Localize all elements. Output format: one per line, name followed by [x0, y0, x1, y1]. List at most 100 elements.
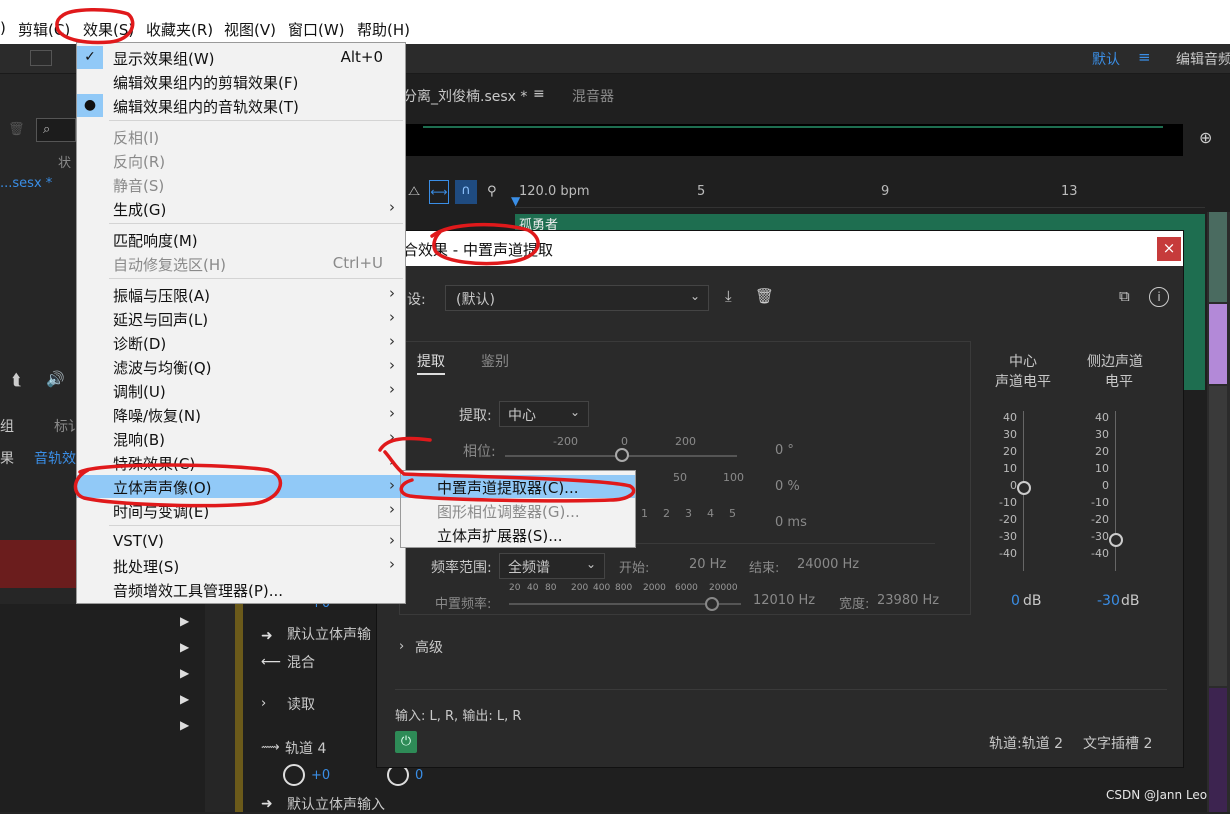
- chevron-right-icon: ›: [389, 404, 395, 422]
- rack-arrow-icon[interactable]: ▶: [180, 718, 189, 732]
- time-select-icon[interactable]: ⟷: [429, 180, 449, 204]
- tab-group[interactable]: 组: [0, 416, 14, 436]
- menu-item-special[interactable]: 特殊效果(C) ›: [77, 451, 405, 474]
- menu-item-vst[interactable]: VST(V) ›: [77, 530, 405, 553]
- center-level-unit: dB: [1023, 593, 1042, 609]
- power-icon[interactable]: ⏻: [395, 731, 417, 753]
- search-icon[interactable]: ⌕: [36, 118, 76, 142]
- side-level-thumb[interactable]: [1109, 533, 1123, 547]
- meter-tick: 40: [1003, 411, 1017, 424]
- chevron-right-icon: ›: [389, 198, 395, 216]
- close-button[interactable]: ×: [1157, 237, 1181, 261]
- track4-pan[interactable]: 0: [415, 768, 423, 783]
- menu-item-edit-clip-effects[interactable]: 编辑效果组内的剪辑效果(F): [77, 70, 405, 93]
- marker-icon[interactable]: ⚲: [487, 184, 497, 199]
- menu-item-delay-echo[interactable]: 延迟与回声(L) ›: [77, 307, 405, 330]
- center-freq-ticks: 20 40 80 200 400 800 2000 6000 20000: [509, 583, 743, 597]
- save-preset-icon[interactable]: ⤓: [725, 287, 732, 305]
- preset-select[interactable]: (默认) ⌄: [445, 285, 709, 311]
- tab-menu-icon[interactable]: ≡: [533, 86, 545, 102]
- freq-range-select[interactable]: 全频谱 ⌄: [499, 553, 605, 579]
- trash-icon[interactable]: 🗑: [8, 122, 26, 137]
- submenu-item-stereo-expander[interactable]: 立体声扩展器(S)...: [401, 523, 635, 546]
- delete-preset-icon[interactable]: 🗑: [755, 287, 774, 305]
- chevron-right-icon[interactable]: ›: [399, 639, 404, 654]
- metronome-icon[interactable]: ⧍: [408, 184, 420, 199]
- workspace-default[interactable]: 默认: [1092, 49, 1120, 69]
- menu-item-generate[interactable]: 生成(G) ›: [77, 197, 405, 220]
- rack-arrow-icon[interactable]: ▶: [180, 614, 189, 628]
- timeline-ruler[interactable]: 120.0 bpm 5 9 13: [515, 178, 1205, 208]
- workspace-edit-audio[interactable]: 编辑音频: [1176, 49, 1230, 69]
- snap-magnet-icon[interactable]: ∩: [455, 180, 477, 204]
- menu-item-reverb[interactable]: 混响(B) ›: [77, 427, 405, 450]
- playhead-icon[interactable]: ▼: [511, 194, 520, 208]
- menu-item-noise-reduction[interactable]: 降噪/恢复(N) ›: [77, 403, 405, 426]
- menu-item-reverse[interactable]: 反向(R): [77, 149, 405, 172]
- menu-item-label: 调制(U): [113, 383, 166, 401]
- output-arrow-icon: ➜: [261, 628, 273, 644]
- menu-help[interactable]: 帮助(H): [357, 19, 410, 40]
- menu-view[interactable]: 视图(V): [224, 19, 276, 40]
- advanced-toggle[interactable]: 高级: [415, 637, 443, 657]
- track4-output[interactable]: 默认立体声输入: [287, 794, 385, 814]
- menu-item-show-effects-group[interactable]: ✓ 显示效果组(W) Alt+0: [77, 46, 405, 69]
- center-level-thumb[interactable]: [1017, 481, 1031, 495]
- menu-item-silence[interactable]: 静音(S): [77, 173, 405, 196]
- submenu-item-center-channel-extractor[interactable]: 中置声道提取器(C)...: [401, 475, 635, 498]
- menu-item-diagnostics[interactable]: 诊断(D) ›: [77, 331, 405, 354]
- center-freq-slider-thumb[interactable]: [705, 597, 719, 611]
- stereo-imagery-submenu: 中置声道提取器(C)... 图形相位调整器(G)... 立体声扩展器(S)...: [400, 470, 636, 548]
- menu-item-amplitude[interactable]: 振幅与压限(A) ›: [77, 283, 405, 306]
- file-item[interactable]: ...sesx *: [0, 176, 52, 191]
- menu-item-invert[interactable]: 反相(I): [77, 125, 405, 148]
- menu-window[interactable]: 窗口(W): [288, 19, 345, 40]
- freq-tick: 800: [615, 583, 633, 593]
- menu-item-batch[interactable]: 批处理(S) ›: [77, 554, 405, 577]
- menu-item-match-loudness[interactable]: 匹配响度(M): [77, 228, 405, 251]
- track-read-mode[interactable]: 读取: [287, 694, 315, 714]
- workspace-menu-icon[interactable]: ≡: [1138, 48, 1151, 66]
- rack-arrow-icon[interactable]: ▶: [180, 692, 189, 706]
- menu-item-modulation[interactable]: 调制(U) ›: [77, 379, 405, 402]
- menu-item-stereo-imagery[interactable]: 立体声声像(O) ›: [77, 475, 405, 498]
- menu-prev[interactable]: ): [0, 19, 6, 37]
- menu-effects[interactable]: 效果(S): [83, 19, 134, 40]
- menu-item-label: 生成(G): [113, 201, 167, 219]
- center-level-meter[interactable]: 40 30 20 10 0 -10 -20 -30 -40: [995, 411, 1035, 575]
- volume-knob[interactable]: [283, 764, 305, 786]
- submenu-item-graphic-phase-shifter[interactable]: 图形相位调整器(G)...: [401, 499, 635, 522]
- menu-item-filter-eq[interactable]: 滤波与均衡(Q) ›: [77, 355, 405, 378]
- track-output[interactable]: 默认立体声输: [287, 624, 371, 644]
- menu-clip[interactable]: 剪辑(C): [18, 19, 70, 40]
- menu-item-label: 图形相位调整器(G)...: [437, 503, 580, 521]
- preset-label: 设:: [407, 292, 426, 308]
- rack-arrow-icon[interactable]: ▶: [180, 666, 189, 680]
- zoom-navigate-icon[interactable]: ⊕: [1199, 128, 1212, 147]
- track-mix[interactable]: 混合: [287, 652, 315, 672]
- tab-mixer[interactable]: 混音器: [572, 86, 614, 106]
- menu-item-label: 匹配响度(M): [113, 232, 198, 250]
- menu-favorites[interactable]: 收藏夹(R): [146, 19, 213, 40]
- menu-item-auto-heal[interactable]: 自动修复选区(H) Ctrl+U: [77, 252, 405, 275]
- phase-slider-thumb[interactable]: [615, 448, 629, 462]
- tab-session-file[interactable]: 分离_刘俊楠.sesx *: [403, 86, 527, 106]
- rack-arrow-icon[interactable]: ▶: [180, 640, 189, 654]
- side-level-meter[interactable]: 40 30 20 10 0 -10 -20 -30 -40: [1087, 411, 1127, 575]
- extract-select[interactable]: 中心 ⌄: [499, 401, 589, 427]
- menu-item-plugin-manager[interactable]: 音频增效工具管理器(P)...: [77, 578, 405, 601]
- tab-effects[interactable]: 果: [0, 448, 14, 468]
- menu-item-time-pitch[interactable]: 时间与变调(E) ›: [77, 499, 405, 522]
- overview-bar[interactable]: [403, 124, 1183, 156]
- menu-item-edit-track-effects[interactable]: ● 编辑效果组内的音轨效果(T): [77, 94, 405, 117]
- info-icon[interactable]: i: [1149, 287, 1169, 307]
- track4-volume[interactable]: +0: [311, 768, 330, 783]
- tab-extract[interactable]: 提取: [417, 351, 445, 375]
- tab-track-effects[interactable]: 音轨效: [34, 448, 76, 468]
- speaker-icon[interactable]: 🔊: [46, 370, 65, 388]
- track4-name[interactable]: 轨道 4: [285, 738, 326, 758]
- export-icon[interactable]: ⮬: [12, 370, 22, 390]
- routing-icon[interactable]: ⧉: [1119, 287, 1130, 305]
- tab-discriminate[interactable]: 鉴别: [481, 351, 509, 371]
- chevron-right-icon[interactable]: ›: [261, 696, 266, 711]
